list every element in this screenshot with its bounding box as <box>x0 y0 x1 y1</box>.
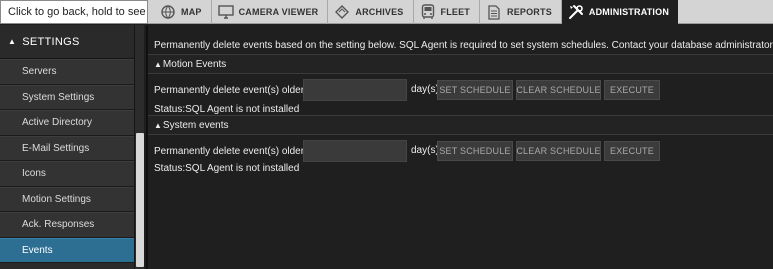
triangle-up-icon: ▲ <box>8 37 17 46</box>
report-icon <box>486 4 502 20</box>
tools-icon <box>568 4 584 20</box>
globe-icon <box>160 4 176 20</box>
back-history-button[interactable]: Click to go back, hold to see history <box>0 0 148 24</box>
motion-delete-row-label: Permanently delete event(s) older than <box>154 84 327 96</box>
system-set-schedule-button[interactable]: SET SCHEDULE <box>437 141 513 161</box>
motion-clear-schedule-button[interactable]: CLEAR SCHEDULE <box>516 80 601 100</box>
tab-archives-label: ARCHIVES <box>355 7 404 17</box>
sidebar-scrollbar[interactable] <box>134 25 144 269</box>
tab-reports-label: REPORTS <box>507 7 552 17</box>
system-delete-row-label: Permanently delete event(s) older than <box>154 145 327 157</box>
sidebar-item-system-settings[interactable]: System Settings <box>0 84 134 110</box>
system-days-input[interactable] <box>303 140 407 162</box>
settings-section-header[interactable]: ▲ SETTINGS <box>0 25 134 59</box>
tab-camera-viewer[interactable]: CAMERA VIEWER <box>212 0 329 24</box>
triangle-up-icon: ▲ <box>154 120 162 130</box>
top-navigation-bar: Click to go back, hold to see history MA… <box>0 0 773 24</box>
sidebar-item-servers[interactable]: Servers <box>0 59 134 85</box>
settings-header-label: SETTINGS <box>22 35 80 48</box>
system-execute-button[interactable]: EXECUTE <box>604 141 660 161</box>
sidebar-item-email-settings[interactable]: E-Mail Settings <box>0 135 134 161</box>
tab-fleet[interactable]: FLEET <box>414 0 480 24</box>
motion-days-unit: day(s) <box>411 84 439 95</box>
sidebar-item-icons[interactable]: Icons <box>0 161 134 187</box>
settings-sidebar: ▲ SETTINGS Servers System Settings Activ… <box>0 25 134 269</box>
motion-status-text: Status:SQL Agent is not installed <box>154 104 300 115</box>
tab-fleet-label: FLEET <box>440 7 470 17</box>
system-days-unit: day(s) <box>411 145 439 156</box>
section-title: Motion Events <box>162 58 227 70</box>
tab-administration[interactable]: ADMINISTRATION <box>561 0 679 24</box>
tab-map[interactable]: MAP <box>154 0 212 24</box>
archives-icon <box>334 4 350 20</box>
tab-camera-viewer-label: CAMERA VIEWER <box>238 7 319 17</box>
tab-reports[interactable]: REPORTS <box>480 0 562 24</box>
section-header-system-events[interactable]: ▲ System events <box>148 115 773 135</box>
motion-set-schedule-button[interactable]: SET SCHEDULE <box>437 80 513 100</box>
sidebar-item-active-directory[interactable]: Active Directory <box>0 110 134 136</box>
system-clear-schedule-button[interactable]: CLEAR SCHEDULE <box>516 141 601 161</box>
tab-administration-label: ADMINISTRATION <box>588 7 670 17</box>
sidebar-scrollbar-thumb[interactable] <box>136 133 144 267</box>
monitor-icon <box>217 4 234 20</box>
sidebar-item-ack-responses[interactable]: Ack. Responses <box>0 212 134 238</box>
system-status-text: Status:SQL Agent is not installed <box>154 163 300 174</box>
bus-icon <box>420 4 436 20</box>
motion-days-input[interactable] <box>303 79 407 101</box>
sidebar-item-events[interactable]: Events <box>0 237 134 263</box>
tab-map-label: MAP <box>181 7 202 17</box>
motion-execute-button[interactable]: EXECUTE <box>604 80 660 100</box>
section-header-motion-events[interactable]: ▲ Motion Events <box>148 54 773 74</box>
section-title: System events <box>162 119 229 131</box>
sidebar-item-motion-settings[interactable]: Motion Settings <box>0 186 134 212</box>
triangle-up-icon: ▲ <box>154 59 162 69</box>
events-settings-panel: Permanently delete events based on the s… <box>146 25 773 269</box>
intro-text: Permanently delete events based on the s… <box>154 40 773 51</box>
tab-archives[interactable]: ARCHIVES <box>328 0 414 24</box>
